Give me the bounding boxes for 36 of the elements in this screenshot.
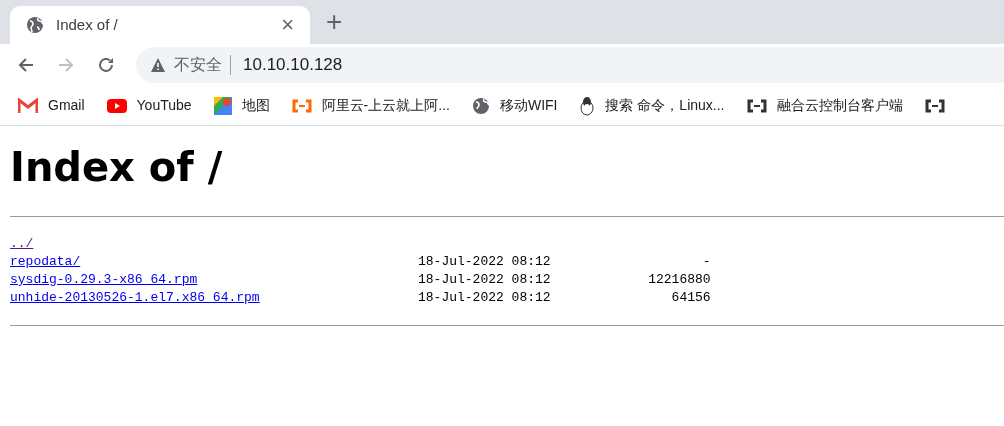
file-link[interactable]: sysdig-0.29.3-x86_64.rpm <box>10 272 198 287</box>
penguin-icon <box>579 95 596 116</box>
globe-icon <box>26 16 44 34</box>
bookmark-link[interactable]: YouTube <box>136 95 192 116</box>
file-link[interactable]: unhide-20130526-1.el7.x86_64.rpm <box>10 290 260 305</box>
bookmark-link[interactable]: Gmail <box>48 95 85 116</box>
browser-tab[interactable]: Index of / × <box>10 6 310 44</box>
bracket-icon <box>746 98 767 113</box>
bracket-icon <box>291 98 312 113</box>
modified-date: 18-Jul-2022 08:12 <box>418 253 551 271</box>
close-tab-button[interactable]: × <box>281 14 294 36</box>
map-icon <box>213 96 232 115</box>
bracket-icon <box>924 98 945 113</box>
address-bar[interactable]: 不安全 10.10.10.128 <box>136 47 1004 83</box>
url-text: 10.10.10.128 <box>243 54 343 77</box>
page-heading: Index of / <box>10 147 224 187</box>
reload-icon[interactable] <box>96 55 116 75</box>
new-tab-button[interactable]: + <box>326 8 343 36</box>
bookmark-link[interactable]: 阿里云-上云就上阿... <box>321 95 450 116</box>
gmail-icon <box>18 97 38 114</box>
file-link[interactable]: repodata/ <box>10 254 81 269</box>
bookmark-link[interactable]: 移动WIFI <box>499 95 558 116</box>
tab-title: Index of / <box>56 14 119 35</box>
file-link[interactable]: ../ <box>10 236 34 251</box>
file-size: 12216880 <box>648 271 711 289</box>
security-label: 不安全 <box>174 55 222 75</box>
globe-icon <box>471 96 490 115</box>
bookmark-link[interactable]: 融合云控制台客户端 <box>776 95 903 116</box>
play-icon <box>106 98 127 113</box>
bookmark-link[interactable]: 搜索 命令，Linux... <box>605 95 725 116</box>
modified-date: 18-Jul-2022 08:12 <box>418 289 551 307</box>
bookmark-link[interactable]: 地图 <box>241 95 270 116</box>
file-size: - <box>702 253 711 271</box>
file-size: 64156 <box>671 289 711 307</box>
warning-icon <box>150 57 166 73</box>
modified-date: 18-Jul-2022 08:12 <box>418 271 551 289</box>
